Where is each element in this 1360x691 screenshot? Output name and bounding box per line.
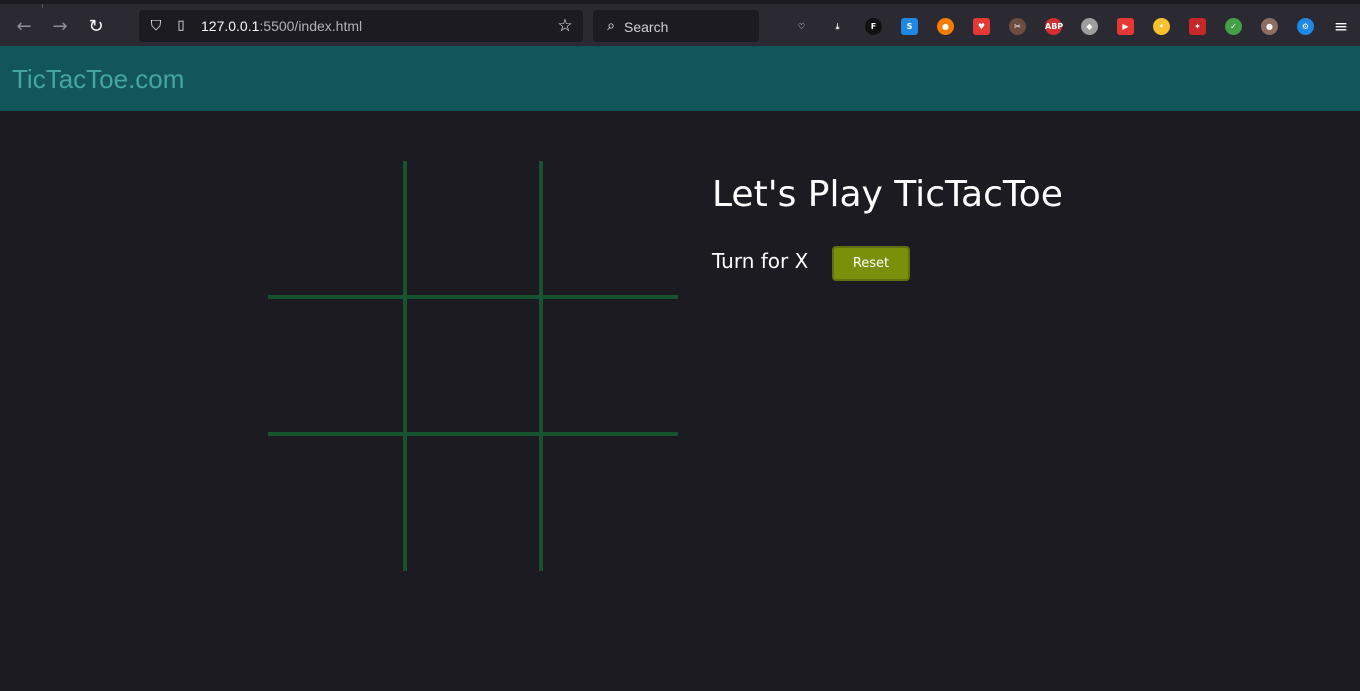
reset-button[interactable]: Reset — [832, 246, 910, 281]
url-text[interactable]: 127.0.0.1:5500/index.html — [201, 17, 362, 35]
extension-circle-icon[interactable]: ● — [937, 18, 954, 35]
board-cell-3[interactable] — [542, 161, 676, 295]
shield-extension-icon[interactable]: ◆ — [1081, 18, 1098, 35]
turn-indicator: Turn for X — [712, 249, 809, 273]
cookie-icon[interactable]: ● — [1261, 18, 1278, 35]
page-info-icon[interactable]: ▯ — [173, 16, 189, 36]
pocket-icon[interactable]: ♡ — [793, 18, 810, 35]
bookmark-star-icon[interactable]: ☆ — [553, 14, 577, 38]
adblock-plus-icon[interactable]: ABP — [1045, 18, 1063, 35]
board-cell-5[interactable] — [406, 299, 540, 433]
page-translate-icon[interactable]: ⚙ — [1297, 18, 1314, 35]
color-dots-icon[interactable]: • — [1153, 18, 1170, 35]
tictactoe-board — [268, 161, 678, 571]
board-cell-6[interactable] — [542, 299, 676, 433]
site-brand-link[interactable]: TicTacToe.com — [12, 63, 184, 95]
extension-tools-icon[interactable]: ✂ — [1009, 18, 1026, 35]
youtube-extension-icon[interactable]: ▶ — [1117, 18, 1134, 35]
download-icon[interactable]: ⤓ — [829, 18, 846, 35]
tracking-shield-icon[interactable]: ⛉ — [147, 16, 165, 36]
search-icon: ⌕ — [607, 18, 615, 34]
grid-line-vertical-1 — [403, 161, 407, 571]
back-button[interactable]: ← — [10, 13, 38, 41]
site-navbar: TicTacToe.com — [0, 46, 1360, 111]
magic-wand-icon[interactable]: ✦ — [1189, 18, 1206, 35]
extension-s-icon[interactable]: S — [901, 18, 918, 35]
board-cell-4[interactable] — [268, 299, 402, 433]
board-cell-2[interactable] — [406, 161, 540, 295]
grid-line-vertical-2 — [539, 161, 543, 571]
board-cell-9[interactable] — [542, 435, 676, 569]
board-cell-8[interactable] — [406, 435, 540, 569]
green-shield-icon[interactable]: ✓ — [1225, 18, 1242, 35]
grid-line-horizontal-2 — [268, 432, 678, 436]
page-title: Let's Play TicTacToe — [712, 174, 1063, 215]
search-bar[interactable]: ⌕ Search — [593, 10, 759, 42]
tab-strip-edge — [42, 4, 43, 8]
forward-button[interactable]: → — [46, 13, 74, 41]
grid-line-horizontal-1 — [268, 295, 678, 299]
browser-toolbar: ← → ↻ ⛉ ▯ 127.0.0.1:5500/index.html ☆ ⌕ … — [0, 0, 1360, 46]
app-menu-icon[interactable]: ≡ — [1330, 16, 1352, 38]
url-host: 127.0.0.1 — [201, 18, 260, 34]
board-cell-1[interactable] — [268, 161, 402, 295]
url-path: :5500/index.html — [259, 18, 363, 34]
extension-f-icon[interactable]: F — [865, 18, 882, 35]
extension-youtube-heart-icon[interactable]: ♥ — [973, 18, 990, 35]
board-cell-7[interactable] — [268, 435, 402, 569]
url-bar[interactable]: ⛉ ▯ 127.0.0.1:5500/index.html ☆ — [139, 10, 583, 42]
reload-button[interactable]: ↻ — [82, 13, 110, 41]
search-placeholder: Search — [624, 19, 669, 35]
